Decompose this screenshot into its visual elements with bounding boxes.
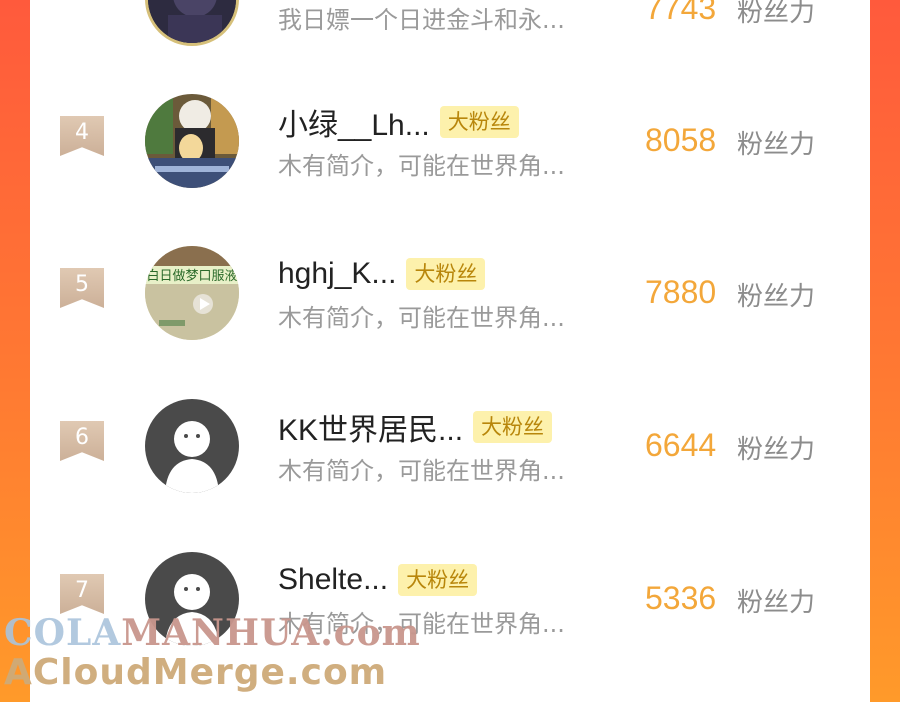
user-name-line: 小绿__Lh... 大粉丝 xyxy=(278,102,519,142)
ranking-row-7[interactable]: 7 Shelte... 大粉丝 木有简介，可能在世界角... 5336 粉丝力 xyxy=(30,552,870,682)
default-avatar[interactable] xyxy=(145,399,239,493)
user-name[interactable]: hghj_K... xyxy=(278,257,396,291)
anime-avatar[interactable] xyxy=(145,94,239,188)
rank-badge-5: 5 xyxy=(60,268,104,308)
default-avatar[interactable] xyxy=(145,552,239,646)
fan-power-unit: 粉丝力 xyxy=(737,130,816,160)
big-fan-badge: 大粉丝 xyxy=(473,411,553,443)
user-name[interactable]: KK世界居民... xyxy=(278,405,463,449)
fan-power-score: 5336 xyxy=(645,580,717,616)
user-description: 木有简介，可能在世界角... xyxy=(278,610,565,638)
video-thumbnail-avatar[interactable]: 白日做梦口服液 xyxy=(145,246,239,340)
fan-power-unit: 粉丝力 xyxy=(737,588,816,618)
user-avatar[interactable] xyxy=(145,0,239,46)
big-fan-badge: 大粉丝 xyxy=(406,258,486,290)
ranking-row-6[interactable]: 6 KK世界居民... 大粉丝 木有简介，可能在世界角... 6644 粉丝力 xyxy=(30,399,870,529)
big-fan-badge: 大粉丝 xyxy=(398,564,478,596)
user-description: 我日嫖一个日进金斗和永... xyxy=(278,6,565,34)
user-name-line: Shelte... 大粉丝 xyxy=(278,560,478,600)
rank-badge-6: 6 xyxy=(60,421,104,461)
user-name[interactable]: 小绿__Lh... xyxy=(278,100,430,144)
fan-power-score: 8058 xyxy=(645,122,717,158)
user-description: 木有简介，可能在世界角... xyxy=(278,304,565,332)
fan-power-unit: 粉丝力 xyxy=(737,282,816,312)
user-description: 木有简介，可能在世界角... xyxy=(278,152,565,180)
rank-badge-4: 4 xyxy=(60,116,104,156)
big-fan-badge: 大粉丝 xyxy=(439,106,519,138)
fan-power-unit: 粉丝力 xyxy=(737,435,816,465)
fan-power-score: 7880 xyxy=(645,274,717,310)
user-description: 木有简介，可能在世界角... xyxy=(278,457,565,485)
fan-power-score: 7743 xyxy=(645,0,717,26)
rank-badge-7: 7 xyxy=(60,574,104,614)
ranking-row-3[interactable]: 我日嫖一个日进金斗和永... 7743 粉丝力 xyxy=(30,0,870,82)
user-name[interactable]: Shelte... xyxy=(278,563,388,597)
user-name-line: hghj_K... 大粉丝 xyxy=(278,254,486,294)
fan-power-score: 6644 xyxy=(645,427,717,463)
ranking-row-4[interactable]: 4 小绿__Lh... 大粉丝 木有简介，可能在世界角... 8058 粉丝力 xyxy=(30,94,870,224)
ranking-row-5[interactable]: 5 白日做梦口服液 hghj_K... 大粉丝 木有简介，可能在世界角... 7… xyxy=(30,246,870,376)
avatar-caption: 白日做梦口服液 xyxy=(146,268,237,284)
fan-ranking-card: 我日嫖一个日进金斗和永... 7743 粉丝力 4 小绿__Lh... 大粉丝 … xyxy=(30,0,870,702)
fan-power-unit: 粉丝力 xyxy=(737,0,816,28)
user-name-line: KK世界居民... 大粉丝 xyxy=(278,405,553,449)
